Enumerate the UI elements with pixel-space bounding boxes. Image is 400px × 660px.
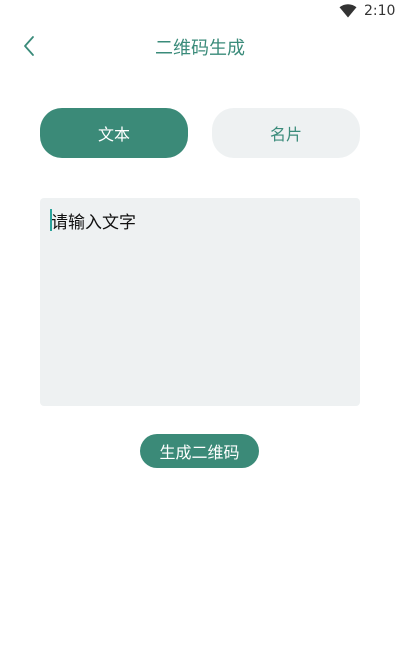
generate-qr-button-label: 生成二维码 bbox=[159, 443, 240, 462]
app-bar: 二维码生成 bbox=[0, 24, 400, 68]
status-bar: 2:10 bbox=[0, 0, 400, 24]
tab-text-label: 文本 bbox=[97, 125, 130, 144]
qr-generator-screen: 2:10 二维码生成 文本 名片 生成二维码 bbox=[0, 0, 400, 660]
text-input-container bbox=[40, 198, 360, 406]
tab-business-card-label: 名片 bbox=[269, 125, 302, 144]
wifi-icon bbox=[339, 4, 357, 18]
tab-text[interactable]: 文本 bbox=[40, 108, 188, 158]
text-cursor bbox=[50, 209, 52, 231]
text-input[interactable] bbox=[40, 198, 360, 406]
page-title: 二维码生成 bbox=[155, 38, 245, 59]
tab-business-card[interactable]: 名片 bbox=[212, 108, 360, 158]
status-time: 2:10 bbox=[364, 3, 396, 19]
generate-qr-button[interactable]: 生成二维码 bbox=[140, 434, 259, 468]
